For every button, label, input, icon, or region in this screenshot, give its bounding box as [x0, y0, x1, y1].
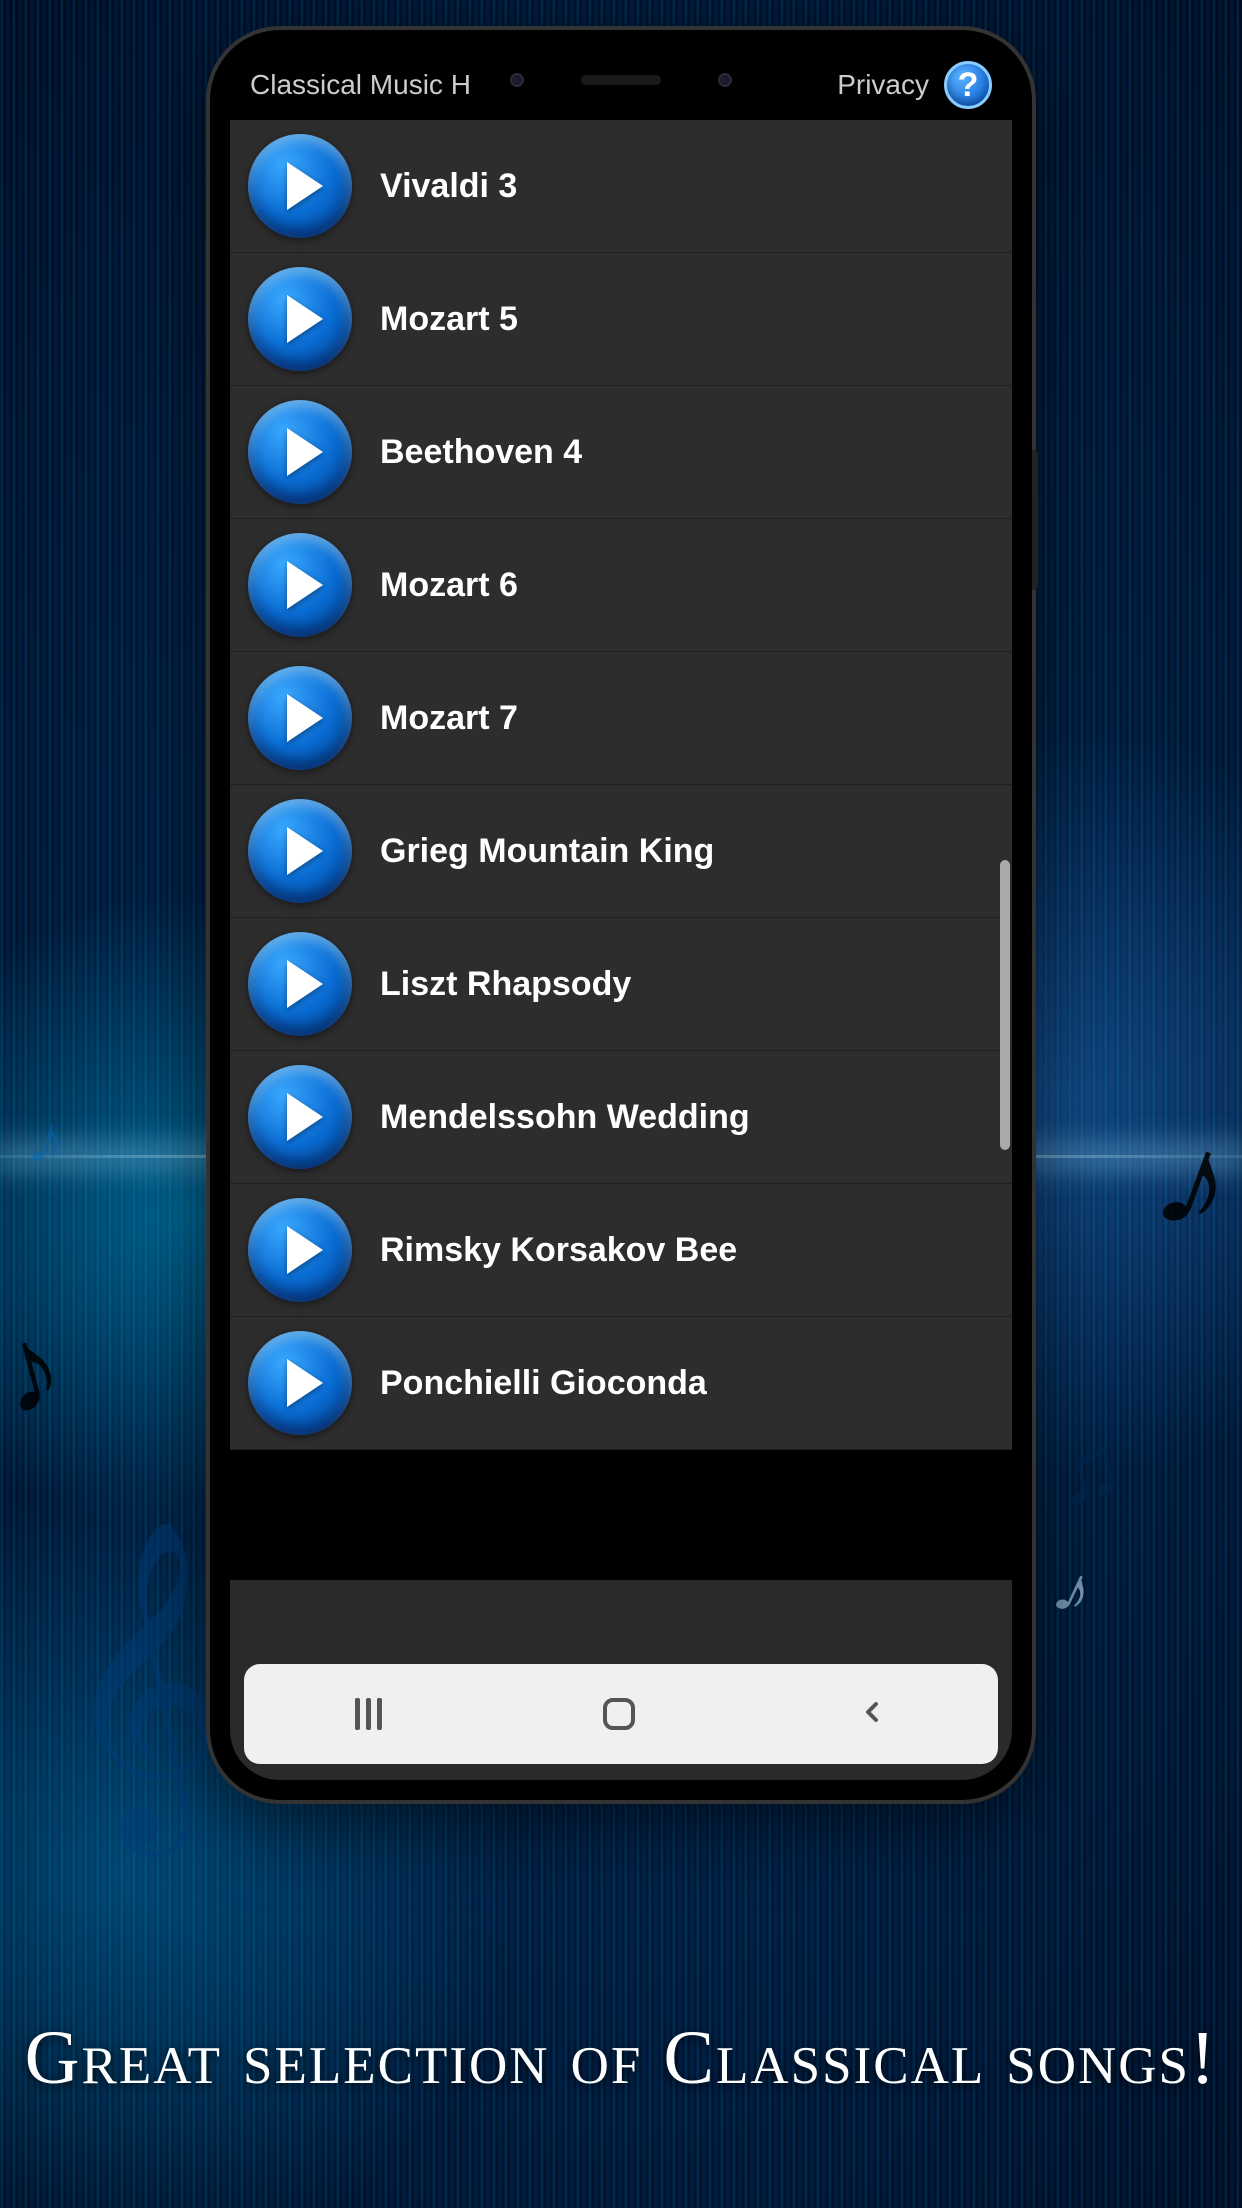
song-item[interactable]: Mozart 5 — [230, 253, 1012, 386]
phone-notch — [481, 50, 761, 110]
song-title: Mendelssohn Wedding — [380, 1098, 750, 1137]
song-title: Mozart 7 — [380, 699, 518, 738]
play-icon[interactable] — [248, 1065, 352, 1169]
nav-home-button[interactable] — [603, 1698, 635, 1730]
play-icon[interactable] — [248, 666, 352, 770]
song-item[interactable]: Ponchielli Gioconda — [230, 1317, 1012, 1450]
song-title: Mozart 5 — [380, 300, 518, 339]
song-item[interactable]: Mozart 7 — [230, 652, 1012, 785]
play-icon[interactable] — [248, 533, 352, 637]
song-item[interactable]: Grieg Mountain King — [230, 785, 1012, 918]
treble-clef-decoration: 𝄞 — [60, 1520, 225, 1846]
song-title: Liszt Rhapsody — [380, 965, 631, 1004]
help-icon[interactable]: ? — [944, 61, 992, 109]
play-icon[interactable] — [248, 134, 352, 238]
phone-frame: Classical Music H Privacy ? Vivaldi 3Moz… — [210, 30, 1032, 1800]
nav-back-button[interactable] — [856, 1696, 888, 1733]
play-icon[interactable] — [248, 400, 352, 504]
bottom-black-area — [230, 1450, 1012, 1580]
nav-recent-button[interactable] — [355, 1698, 382, 1730]
song-item[interactable]: Liszt Rhapsody — [230, 918, 1012, 1051]
play-icon[interactable] — [248, 1198, 352, 1302]
privacy-link[interactable]: Privacy — [837, 69, 929, 101]
song-item[interactable]: Mendelssohn Wedding — [230, 1051, 1012, 1184]
play-icon[interactable] — [248, 799, 352, 903]
song-item[interactable]: Rimsky Korsakov Bee — [230, 1184, 1012, 1317]
song-title: Ponchielli Gioconda — [380, 1364, 707, 1403]
play-icon[interactable] — [248, 267, 352, 371]
play-icon[interactable] — [248, 1331, 352, 1435]
song-title: Rimsky Korsakov Bee — [380, 1231, 737, 1270]
play-icon[interactable] — [248, 932, 352, 1036]
song-title: Vivaldi 3 — [380, 167, 517, 206]
song-item[interactable]: Beethoven 4 — [230, 386, 1012, 519]
song-title: Mozart 6 — [380, 566, 518, 605]
song-list[interactable]: Vivaldi 3 Mozart 5 Beethoven 4 Mozart 6 Moza… — [230, 120, 1012, 1450]
phone-side-button — [1032, 450, 1038, 590]
song-item[interactable]: Vivaldi 3 — [230, 120, 1012, 253]
phone-home-indicator — [501, 1770, 741, 1778]
song-item[interactable]: Mozart 6 — [230, 519, 1012, 652]
android-nav-bar — [244, 1664, 998, 1764]
song-title: Grieg Mountain King — [380, 832, 714, 871]
song-title: Beethoven 4 — [380, 433, 582, 472]
promo-caption: Great selection of Classical songs! — [0, 2009, 1242, 2108]
phone-screen: Classical Music H Privacy ? Vivaldi 3Moz… — [230, 50, 1012, 1780]
scrollbar[interactable] — [1000, 860, 1010, 1150]
